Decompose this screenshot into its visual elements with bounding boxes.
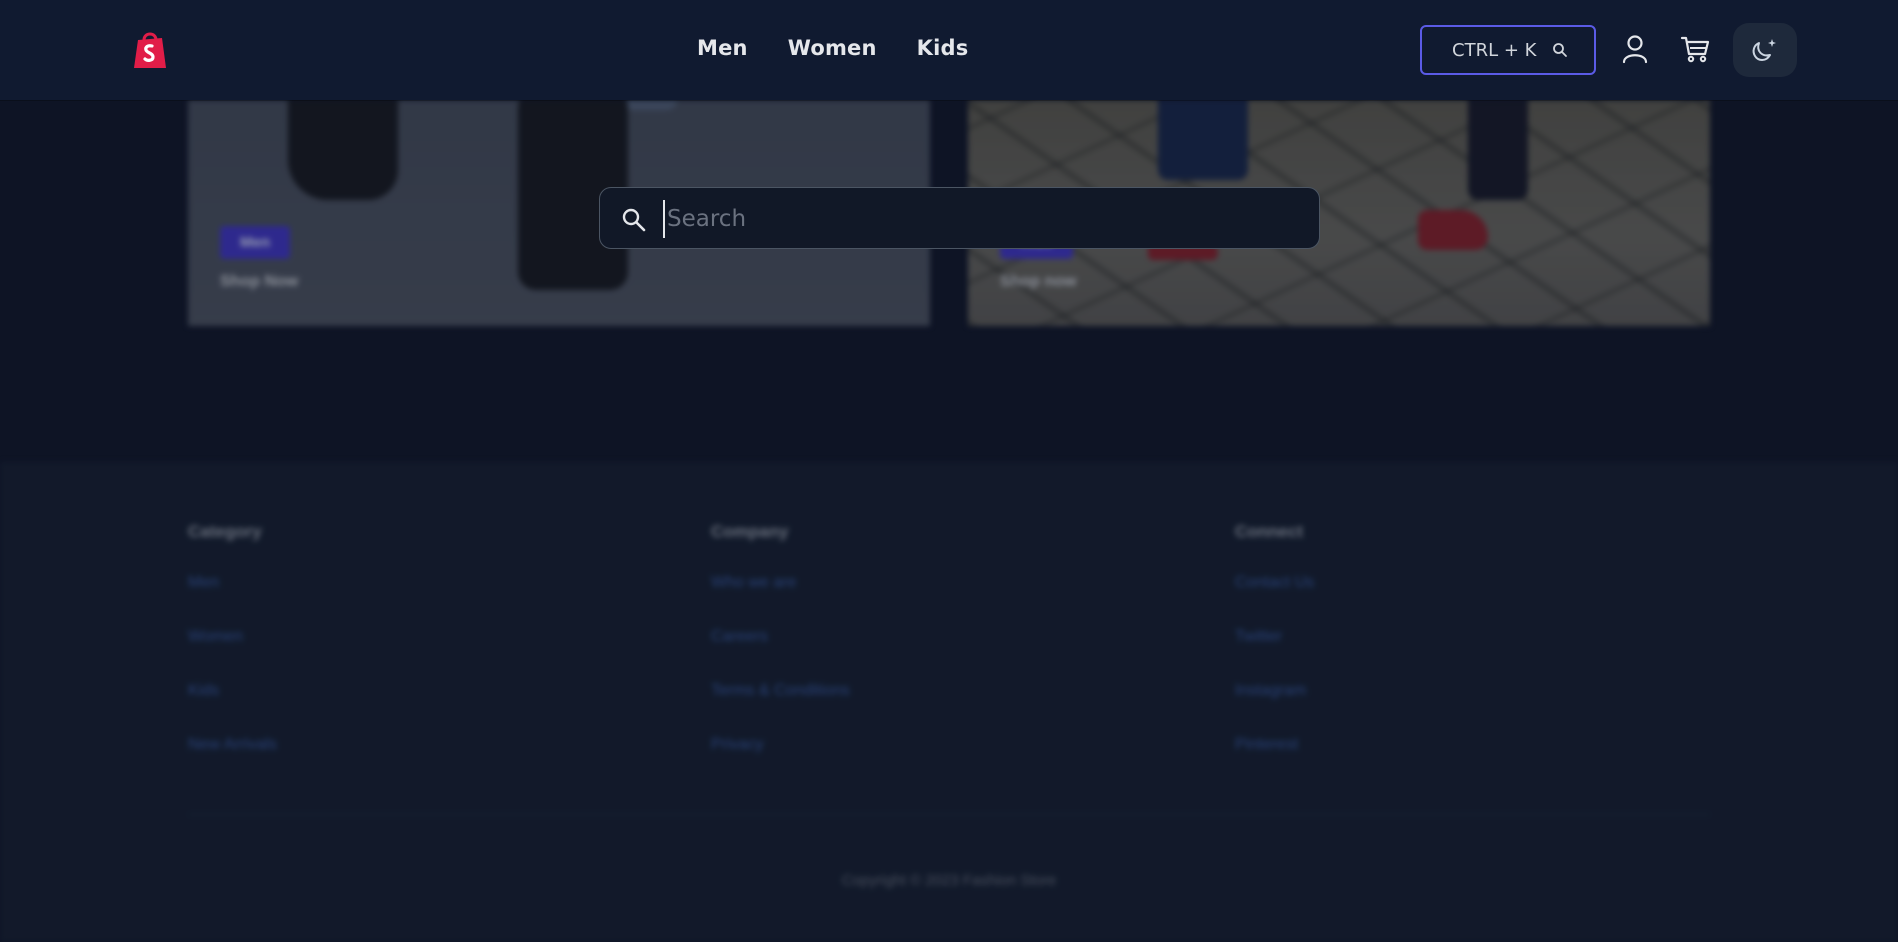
- search-trigger-button[interactable]: CTRL + K: [1420, 25, 1596, 75]
- nav-link-men[interactable]: Men: [697, 36, 748, 60]
- site-header: Men Women Kids CTRL + K: [0, 0, 1898, 100]
- nav-link-women[interactable]: Women: [788, 36, 877, 60]
- theme-toggle-button[interactable]: [1733, 23, 1797, 77]
- nav-link-kids[interactable]: Kids: [917, 36, 969, 60]
- moon-stars-icon: [1752, 39, 1776, 61]
- main-nav: Men Women Kids: [697, 36, 968, 60]
- search-icon: [622, 208, 646, 232]
- search-shortcut-label: CTRL + K: [1452, 39, 1537, 61]
- search-modal: [599, 187, 1320, 249]
- user-icon[interactable]: [1620, 33, 1650, 65]
- search-icon: [1553, 43, 1567, 57]
- page: Men Shop Now Kids Shop now Category Men …: [0, 0, 1898, 942]
- shopify-logo-icon[interactable]: [132, 30, 168, 70]
- cart-icon[interactable]: [1680, 33, 1710, 65]
- search-input[interactable]: [663, 200, 1303, 238]
